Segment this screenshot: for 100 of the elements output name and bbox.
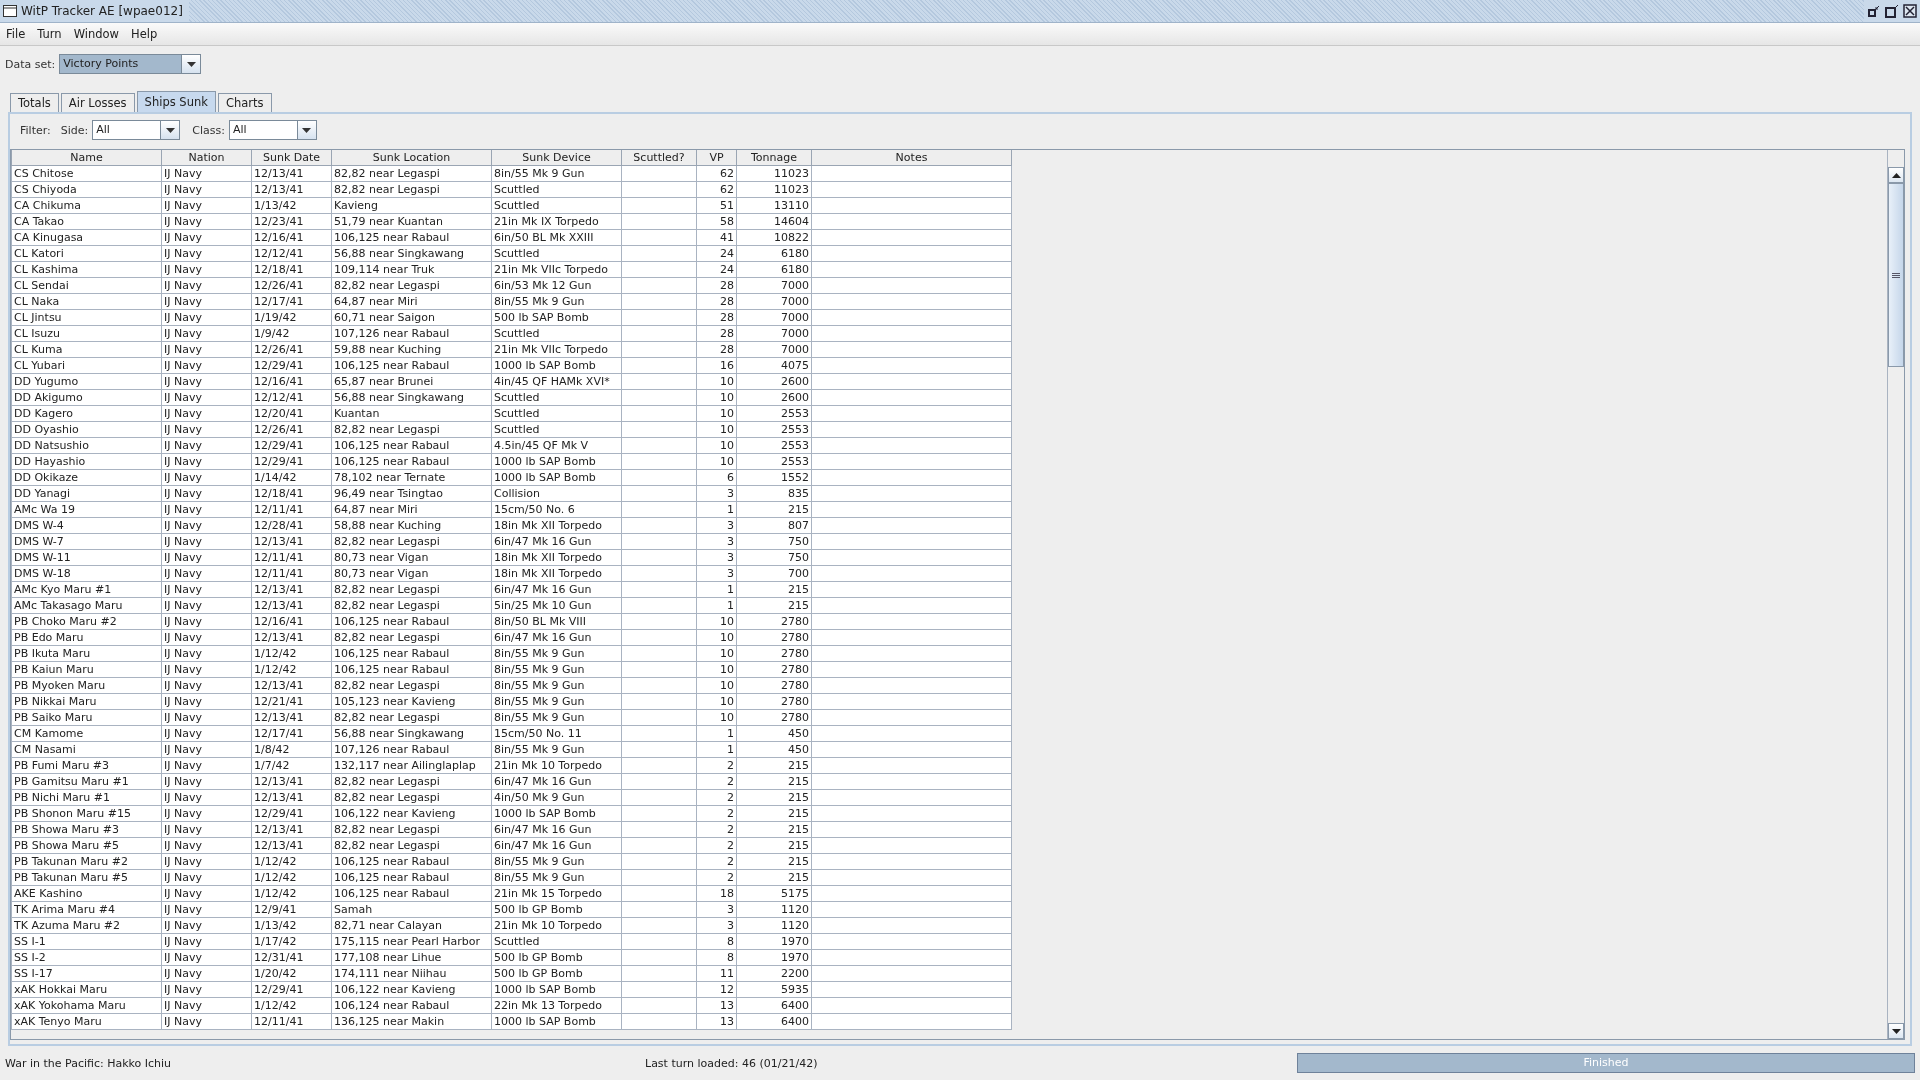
table-cell: 82,82 near Legaspi <box>331 581 492 598</box>
table-cell: PB Kaiun Maru <box>11 661 162 678</box>
table-cell: 2600 <box>736 373 812 390</box>
table-cell: 1970 <box>736 949 812 966</box>
table-cell: 8in/55 Mk 9 Gun <box>491 165 622 182</box>
table-cell: IJ Navy <box>161 869 252 886</box>
table-cell: 1000 lb SAP Bomb <box>491 469 622 486</box>
scroll-up-button[interactable] <box>1888 167 1904 183</box>
table-cell: 8in/55 Mk 9 Gun <box>491 645 622 662</box>
column-header[interactable]: Tonnage <box>736 150 812 166</box>
table-cell: PB Takunan Maru #2 <box>11 853 162 870</box>
table-cell: IJ Navy <box>161 533 252 550</box>
table-cell: 2 <box>696 789 737 806</box>
table-cell: 12/11/41 <box>251 565 332 582</box>
table-cell: IJ Navy <box>161 549 252 566</box>
table-cell: 12 <box>696 981 737 998</box>
table-cell: 12/13/41 <box>251 837 332 854</box>
table-cell: IJ Navy <box>161 165 252 182</box>
table-cell: 12/13/41 <box>251 629 332 646</box>
table-cell: 82,82 near Legaspi <box>331 709 492 726</box>
table-cell: xAK Tenyo Maru <box>11 1013 162 1030</box>
table-cell: 6in/47 Mk 16 Gun <box>491 821 622 838</box>
tab[interactable]: Charts <box>217 93 272 112</box>
restore-button[interactable] <box>1885 4 1899 18</box>
table-cell: 2553 <box>736 405 812 422</box>
column-header[interactable]: Sunk Location <box>331 150 492 166</box>
tab[interactable]: Ships Sunk <box>136 91 216 112</box>
table-cell: DD Akigumo <box>11 389 162 406</box>
table-cell: 6in/47 Mk 16 Gun <box>491 533 622 550</box>
table-cell: 10 <box>696 709 737 726</box>
table-cell: 2200 <box>736 965 812 982</box>
table-cell: 6in/53 Mk 12 Gun <box>491 277 622 294</box>
dropdown[interactable]: All <box>228 120 317 140</box>
menu-item[interactable]: Window <box>67 27 125 41</box>
minimize-button[interactable] <box>1867 4 1881 18</box>
down-arrow-icon <box>1891 1028 1901 1034</box>
dropdown[interactable]: All <box>92 120 181 140</box>
table-cell: 1 <box>696 597 737 614</box>
table-cell: 62 <box>696 181 737 198</box>
table-cell: Scuttled <box>491 325 622 342</box>
table-cell: 82,82 near Legaspi <box>331 773 492 790</box>
table-cell: 1000 lb SAP Bomb <box>491 357 622 374</box>
scroll-down-button[interactable] <box>1888 1023 1904 1039</box>
close-button[interactable] <box>1903 4 1917 18</box>
table-cell: 12/23/41 <box>251 213 332 230</box>
table-cell: 18 <box>696 885 737 902</box>
table-cell: Scuttled <box>491 245 622 262</box>
table-cell: 8in/50 BL Mk VIII <box>491 613 622 630</box>
menu-item[interactable]: File <box>0 27 32 41</box>
table-cell: 5175 <box>736 885 812 902</box>
column-header[interactable]: Sunk Date <box>251 150 332 166</box>
dropdown[interactable]: Victory Points <box>59 54 202 74</box>
table-cell: 13 <box>696 1013 737 1030</box>
table-cell: 10 <box>696 661 737 678</box>
table-cell: 1/8/42 <box>251 741 332 758</box>
column-header[interactable]: Name <box>11 150 162 166</box>
column-header[interactable]: Nation <box>161 150 252 166</box>
menu-item[interactable]: Turn <box>31 27 68 41</box>
scrollbar-thumb[interactable] <box>1888 183 1904 367</box>
table-cell: Kavieng <box>331 197 492 214</box>
table-cell: PB Myoken Maru <box>11 677 162 694</box>
table-cell: 82,82 near Legaspi <box>331 277 492 294</box>
table-cell: 107,126 near Rabaul <box>331 741 492 758</box>
table-cell: DMS W-18 <box>11 565 162 582</box>
table-cell: 12/29/41 <box>251 981 332 998</box>
table-cell: 10 <box>696 645 737 662</box>
table-cell: IJ Navy <box>161 485 252 502</box>
table-cell: 215 <box>736 805 812 822</box>
table-cell: 106,125 near Rabaul <box>331 869 492 886</box>
window-icon <box>3 5 17 17</box>
table-cell: IJ Navy <box>161 277 252 294</box>
column-header[interactable]: Scuttled? <box>621 150 697 166</box>
table-cell: Scuttled <box>491 421 622 438</box>
table-cell: TK Azuma Maru #2 <box>11 917 162 934</box>
table-cell: 12/17/41 <box>251 725 332 742</box>
table-cell: IJ Navy <box>161 453 252 470</box>
table-cell: 12/9/41 <box>251 901 332 918</box>
table-cell: 12/13/41 <box>251 821 332 838</box>
table-cell: 1/19/42 <box>251 309 332 326</box>
table-cell: 2 <box>696 869 737 886</box>
menu-item[interactable]: Help <box>125 27 164 41</box>
table-cell: 10 <box>696 373 737 390</box>
table-cell: CL Naka <box>11 293 162 310</box>
side-label: Side: <box>60 123 89 137</box>
table-cell: IJ Navy <box>161 725 252 742</box>
tab[interactable]: Totals <box>10 93 59 112</box>
table-cell: 5935 <box>736 981 812 998</box>
tab[interactable]: Air Losses <box>60 93 135 112</box>
table-cell: 12/21/41 <box>251 693 332 710</box>
table-cell: 132,117 near Ailinglaplap <box>331 757 492 774</box>
table-cell: CL Sendai <box>11 277 162 294</box>
column-header[interactable]: VP <box>696 150 737 166</box>
table-cell: 106,125 near Rabaul <box>331 453 492 470</box>
table-cell: IJ Navy <box>161 581 252 598</box>
table-cell: IJ Navy <box>161 677 252 694</box>
table-cell: 41 <box>696 229 737 246</box>
table-cell: 2 <box>696 837 737 854</box>
column-header[interactable]: Notes <box>811 150 1012 166</box>
table-cell: 2780 <box>736 661 812 678</box>
column-header[interactable]: Sunk Device <box>491 150 622 166</box>
